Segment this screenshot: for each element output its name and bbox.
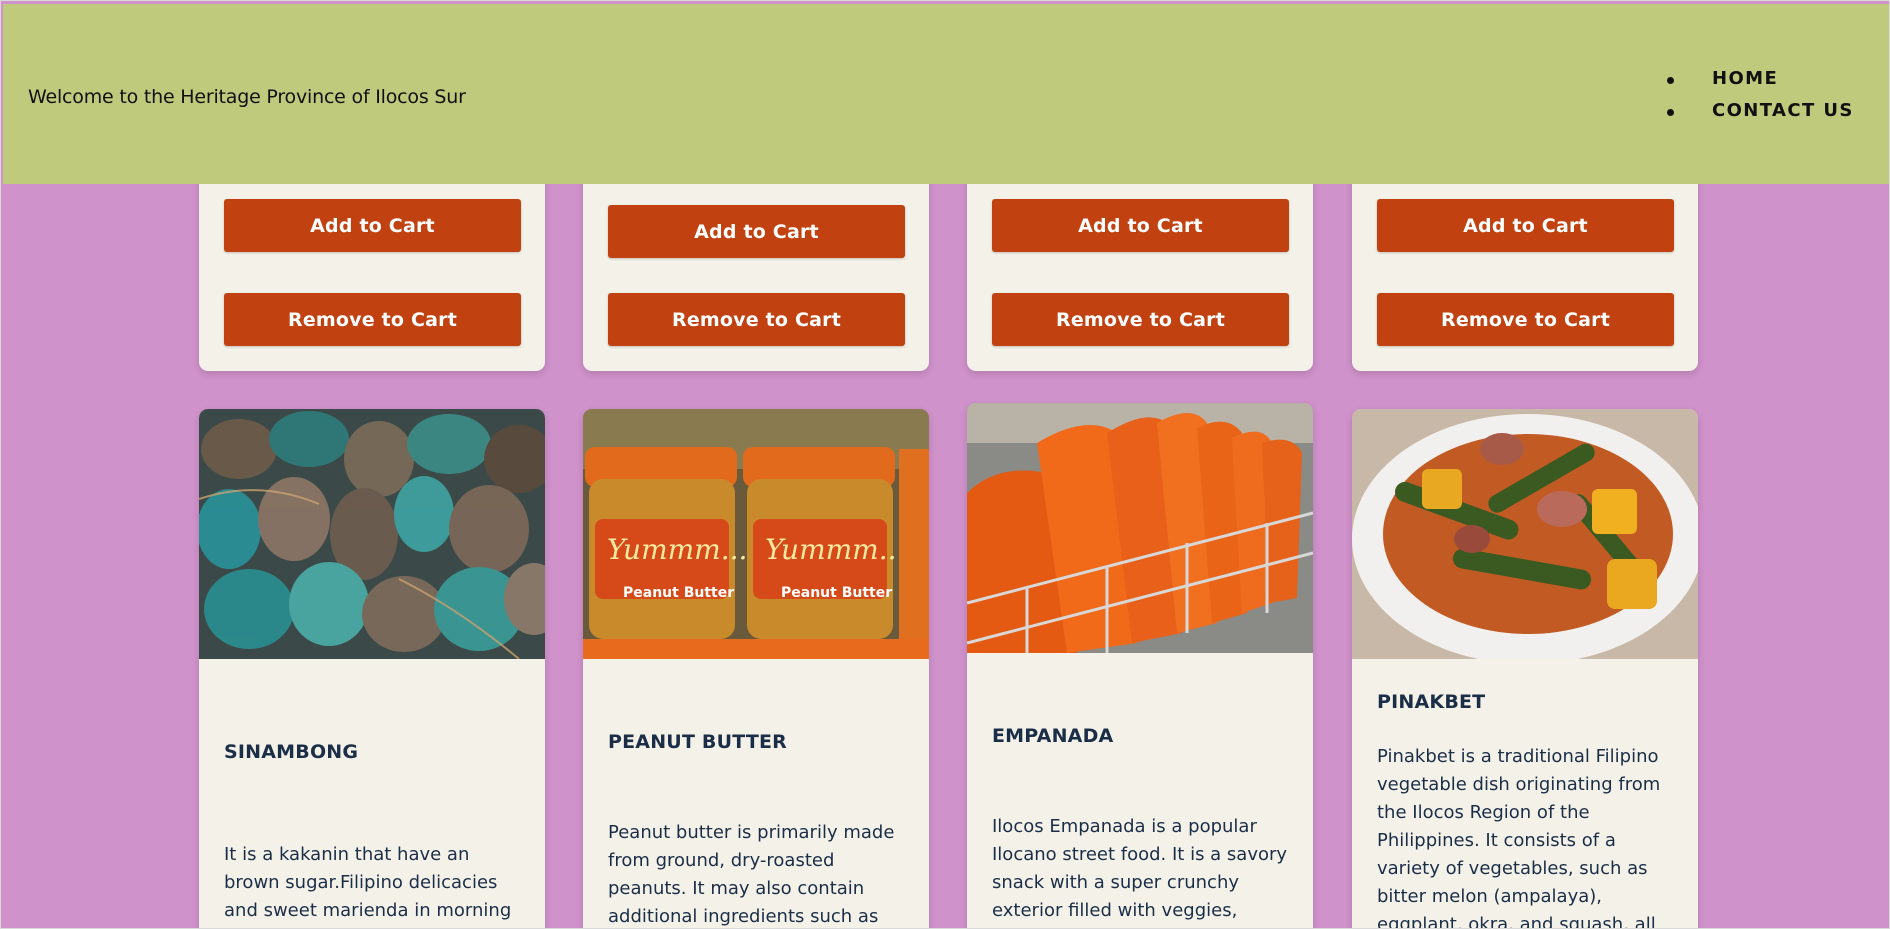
sinambong-photo	[199, 409, 545, 659]
add-to-cart-button[interactable]: Add to Cart	[224, 199, 521, 252]
product-card-peanut-butter: Yummm... Peanut Butter Yummm... Peanut B…	[583, 409, 929, 928]
add-to-cart-button[interactable]: Add to Cart	[608, 205, 905, 258]
product-description: Ilocos Empanada is a popular Ilocano str…	[992, 816, 1288, 921]
empanada-image	[967, 403, 1313, 653]
add-to-cart-button[interactable]: Add to Cart	[1377, 199, 1674, 252]
jar-label: Yummm...	[607, 533, 747, 566]
empanada-photo	[967, 403, 1313, 653]
nav-item-contact-us[interactable]: CONTACT US	[1663, 100, 1854, 132]
remove-from-cart-button[interactable]: Remove to Cart	[1377, 293, 1674, 346]
product-description: It is a kakanin that have an brown sugar…	[224, 844, 512, 921]
peanut-butter-photo: Yummm... Peanut Butter Yummm... Peanut B…	[583, 409, 929, 659]
remove-from-cart-button[interactable]: Remove to Cart	[224, 293, 521, 346]
nav-item-home[interactable]: HOME	[1663, 68, 1854, 100]
main-nav: HOME CONTACT US	[1663, 68, 1854, 132]
remove-from-cart-button[interactable]: Remove to Cart	[608, 293, 905, 346]
product-card-pinakbet: PINAKBET Pinakbet is a traditional Filip…	[1352, 409, 1698, 929]
welcome-text: Welcome to the Heritage Province of Iloc…	[28, 86, 466, 108]
product-card-sinambong: SINAMBONG It is a kakanin that have an b…	[199, 409, 545, 928]
page: Add to Cart Remove to Cart Add to Cart R…	[0, 0, 1890, 929]
product-title: PEANUT BUTTER	[608, 731, 787, 753]
product-description: Peanut butter is primarily made from gro…	[608, 822, 895, 927]
product-description: Pinakbet is a traditional Filipino veget…	[1377, 746, 1661, 929]
peanut-butter-image: Yummm... Peanut Butter Yummm... Peanut B…	[583, 409, 929, 659]
jar-sublabel: Peanut Butter	[623, 585, 734, 601]
product-title: SINAMBONG	[224, 741, 359, 763]
add-to-cart-button[interactable]: Add to Cart	[992, 199, 1289, 252]
sinambong-image	[199, 409, 545, 659]
product-card-empanada: EMPANADA Ilocos Empanada is a popular Il…	[967, 403, 1313, 928]
remove-from-cart-button[interactable]: Remove to Cart	[992, 293, 1289, 346]
pinakbet-image	[1352, 409, 1698, 659]
product-title: PINAKBET	[1377, 691, 1486, 713]
jar-sublabel: Peanut Butter	[781, 585, 892, 601]
site-header: Welcome to the Heritage Province of Iloc…	[3, 4, 1889, 184]
product-title: EMPANADA	[992, 725, 1114, 747]
pinakbet-photo	[1352, 409, 1698, 659]
jar-label: Yummm...	[765, 533, 905, 566]
